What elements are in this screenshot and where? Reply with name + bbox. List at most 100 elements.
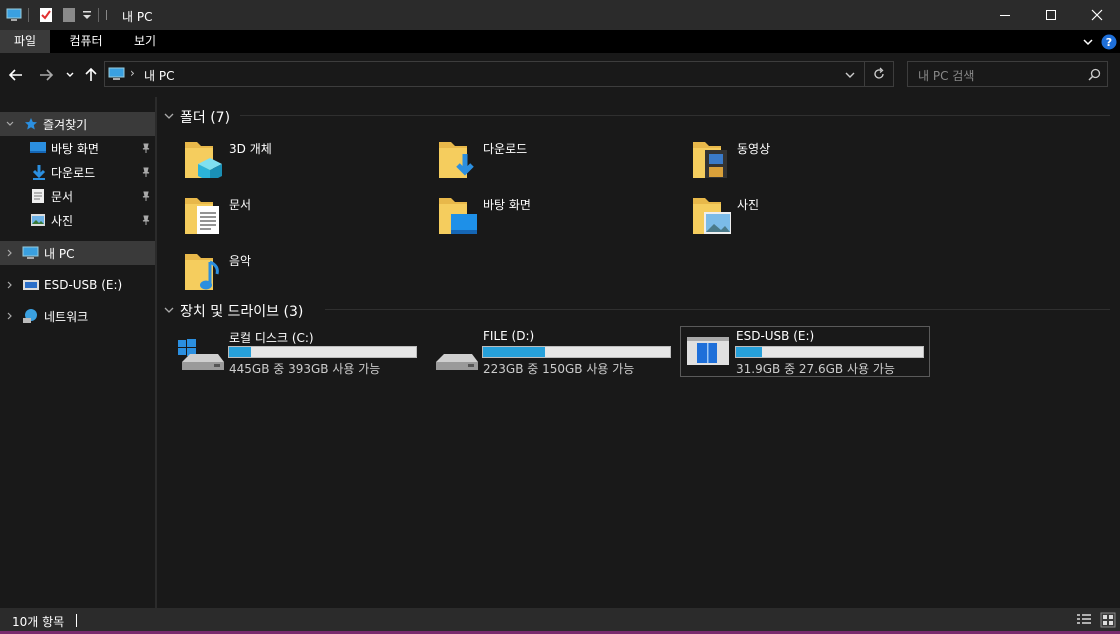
- music-folder-icon: [185, 254, 219, 290]
- nav-label: 문서: [51, 189, 74, 204]
- tab-file[interactable]: 파일: [0, 30, 50, 53]
- drive-usage-fill: [229, 347, 252, 357]
- item-count: 10개 항목: [12, 615, 65, 629]
- drive-item-c[interactable]: 로컬 디스크 (C:) 445GB 중 393GB 사용 가능: [174, 326, 424, 377]
- download-icon: [32, 165, 46, 180]
- folder-label: 바탕 화면: [483, 198, 531, 212]
- folders-group-header[interactable]: 폴더 (7): [180, 107, 230, 127]
- search-input[interactable]: 내 PC 검색: [907, 61, 1108, 87]
- collapse-group-icon[interactable]: [164, 111, 174, 121]
- pane-divider[interactable]: [155, 97, 157, 608]
- address-bar[interactable]: › 내 PC: [104, 61, 894, 87]
- breadcrumb-separator: ›: [130, 66, 135, 80]
- recent-locations-icon[interactable]: [65, 70, 75, 80]
- properties-icon[interactable]: [38, 7, 54, 23]
- help-icon[interactable]: ?: [1101, 34, 1117, 50]
- status-separator: [76, 614, 77, 627]
- folder-item-pictures[interactable]: 사진: [688, 192, 928, 240]
- search-icon[interactable]: [1088, 68, 1101, 81]
- document-icon: [32, 189, 44, 203]
- new-folder-icon[interactable]: [61, 7, 77, 23]
- nav-quick-access[interactable]: 즐겨찾기: [0, 112, 155, 136]
- tab-computer[interactable]: 컴퓨터: [58, 30, 114, 53]
- nav-label: 내 PC: [44, 246, 75, 261]
- svg-text:?: ?: [1106, 36, 1112, 49]
- group-divider-line: [240, 115, 1110, 116]
- title-bar: 내 PC: [0, 0, 1120, 30]
- collapse-group-icon[interactable]: [164, 305, 174, 315]
- forward-icon[interactable]: [38, 67, 54, 83]
- nav-this-pc[interactable]: 내 PC: [0, 241, 155, 265]
- drive-usage-bar: [228, 346, 417, 358]
- folder-item-desktop[interactable]: 바탕 화면: [434, 192, 674, 240]
- minimize-icon: [1000, 15, 1010, 16]
- maximize-icon: [1046, 10, 1056, 20]
- folder-label: 다운로드: [483, 142, 528, 156]
- customize-qat-icon[interactable]: [82, 10, 92, 22]
- desktop-icon: [30, 142, 46, 153]
- folder-item-music[interactable]: 음악: [180, 248, 420, 296]
- back-icon[interactable]: [8, 67, 24, 83]
- nav-item-documents[interactable]: 문서: [0, 184, 155, 208]
- chevron-right-icon[interactable]: [5, 311, 15, 321]
- chevron-down-icon[interactable]: [5, 119, 15, 129]
- drive-name: FILE (D:): [483, 329, 535, 343]
- refresh-icon[interactable]: [872, 67, 886, 81]
- pin-icon[interactable]: [140, 142, 152, 154]
- chevron-right-icon[interactable]: [5, 280, 15, 290]
- folder-item-3d-objects[interactable]: 3D 개체: [180, 136, 420, 184]
- nav-usb-drive[interactable]: ESD-USB (E:): [0, 273, 155, 297]
- up-icon[interactable]: [83, 67, 99, 83]
- folder-item-videos[interactable]: 동영상: [688, 136, 928, 184]
- this-pc-icon[interactable]: [6, 7, 22, 23]
- ribbon-tabs: 파일 컴퓨터 보기 ?: [0, 30, 1120, 53]
- details-view-icon[interactable]: [1076, 613, 1092, 627]
- pin-icon[interactable]: [140, 214, 152, 226]
- pin-icon[interactable]: [140, 166, 152, 178]
- nav-item-desktop[interactable]: 바탕 화면: [0, 136, 155, 160]
- desktop-folder-icon: [439, 198, 477, 234]
- folder-label: 음악: [229, 254, 252, 268]
- pin-icon[interactable]: [140, 190, 152, 202]
- separator: [98, 8, 99, 22]
- 3d-objects-icon: [185, 142, 222, 178]
- drive-name: 로컬 디스크 (C:): [229, 331, 314, 345]
- this-pc-icon: [108, 67, 125, 80]
- nav-label: 네트워크: [44, 309, 89, 324]
- minimize-button[interactable]: [982, 0, 1028, 30]
- tab-view[interactable]: 보기: [122, 30, 168, 53]
- drive-usage-bar: [482, 346, 671, 358]
- nav-item-downloads[interactable]: 다운로드: [0, 160, 155, 184]
- this-pc-icon: [22, 246, 39, 259]
- folder-label: 사진: [737, 198, 760, 212]
- windows-drive-icon: [178, 339, 224, 370]
- usb-drive-icon: [23, 280, 39, 290]
- expand-ribbon-icon[interactable]: [1082, 36, 1094, 48]
- hard-drive-icon: [436, 354, 478, 370]
- search-placeholder: 내 PC 검색: [918, 69, 975, 83]
- network-icon: [23, 309, 37, 323]
- folder-label: 문서: [229, 198, 252, 212]
- nav-network[interactable]: 네트워크: [0, 304, 155, 328]
- pictures-folder-icon: [693, 198, 731, 234]
- chevron-right-icon[interactable]: [5, 248, 15, 258]
- folder-label: 3D 개체: [229, 142, 272, 156]
- address-history-icon[interactable]: [845, 70, 855, 80]
- close-button[interactable]: [1074, 0, 1120, 30]
- folder-title-icon: [106, 10, 107, 20]
- folder-item-documents[interactable]: 문서: [180, 192, 420, 240]
- documents-folder-icon: [185, 198, 219, 234]
- folder-item-downloads[interactable]: 다운로드: [434, 136, 674, 184]
- breadcrumb[interactable]: 내 PC: [144, 67, 174, 84]
- drive-item-e[interactable]: ESD-USB (E:) 31.9GB 중 27.6GB 사용 가능: [680, 326, 930, 377]
- drive-item-d[interactable]: FILE (D:) 223GB 중 150GB 사용 가능: [428, 326, 678, 377]
- nav-label: 즐겨찾기: [43, 117, 88, 132]
- drive-info: 223GB 중 150GB 사용 가능: [483, 362, 635, 376]
- nav-item-pictures[interactable]: 사진: [0, 208, 155, 232]
- maximize-button[interactable]: [1028, 0, 1074, 30]
- window-title: 내 PC: [122, 10, 153, 24]
- drive-usage-bar: [735, 346, 924, 358]
- drives-group-header[interactable]: 장치 및 드라이브 (3): [180, 301, 303, 321]
- star-icon: [25, 118, 37, 130]
- large-icons-view-icon[interactable]: [1100, 612, 1116, 628]
